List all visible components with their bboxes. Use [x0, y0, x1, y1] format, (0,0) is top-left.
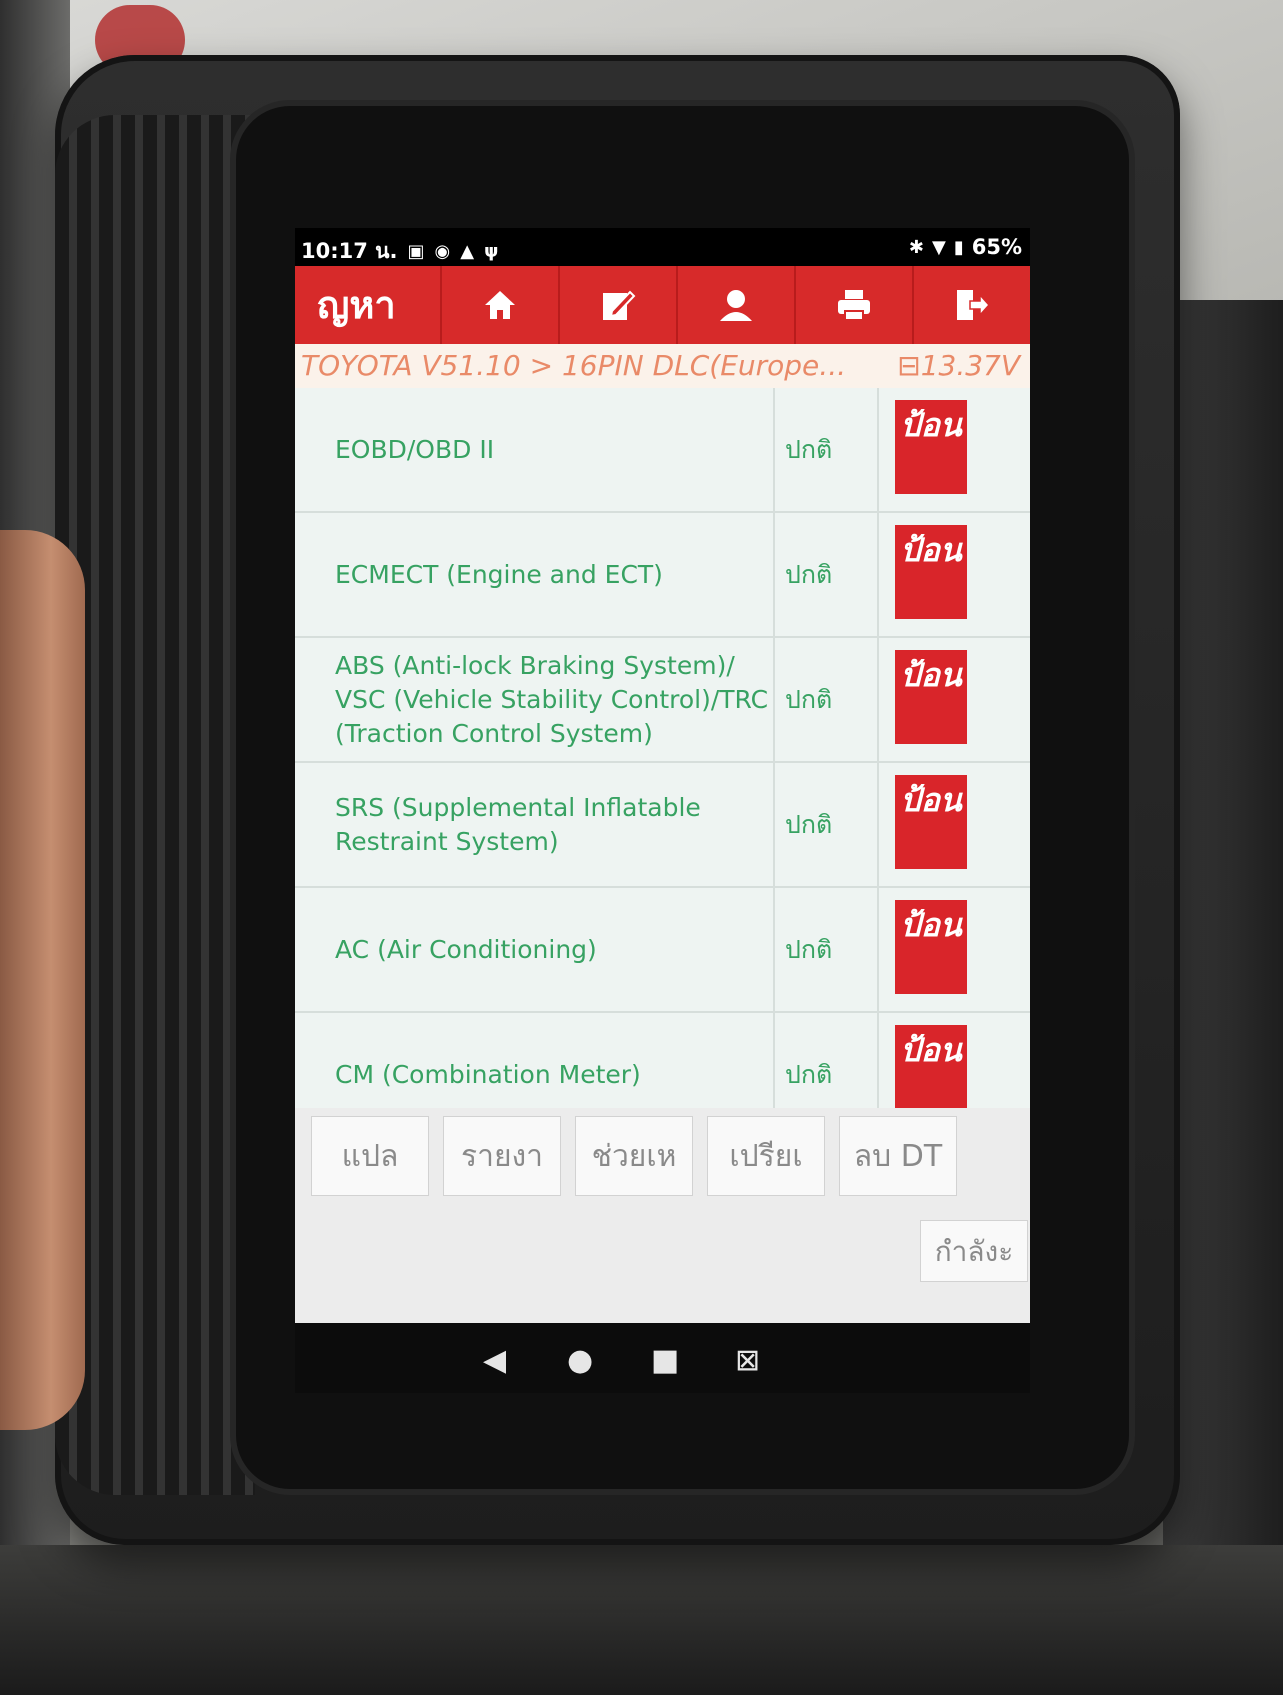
breadcrumb: TOYOTA V51.10 > 16PIN DLC(Europe... ⊟13.… — [295, 344, 1030, 388]
status-bar: 10:17 น. ▣ ◉ ▲ ψ ✱ ▼ ▮ 65% — [295, 228, 1030, 266]
system-list[interactable]: EOBD/OBD II ปกติ ป้อน ECMECT (Engine and… — [295, 388, 1030, 1108]
user-button[interactable] — [676, 266, 794, 344]
battery-icon: ▮ — [953, 236, 964, 258]
help-button[interactable]: ช่วยเห — [575, 1116, 693, 1196]
system-row[interactable]: EOBD/OBD II ปกติ ป้อน — [295, 388, 1030, 513]
print-button[interactable] — [794, 266, 912, 344]
system-name: SRS (Supplemental Inflatable Restraint S… — [335, 792, 701, 856]
breadcrumb-path: TOYOTA V51.10 > 16PIN DLC(Europe... — [301, 349, 846, 382]
system-row[interactable]: SRS (Supplemental Inflatable Restraint S… — [295, 763, 1030, 888]
enter-button[interactable]: ป้อน — [895, 900, 967, 994]
android-nav-bar: ◀ ● ■ ⊠ — [295, 1323, 1030, 1393]
in-progress-button[interactable]: กำลังะ — [920, 1220, 1028, 1282]
back-icon[interactable]: ◀ — [483, 1343, 506, 1378]
bluetooth-icon: ✱ — [908, 236, 924, 258]
edit-report-button[interactable] — [558, 266, 676, 344]
recents-icon[interactable]: ■ — [651, 1343, 679, 1378]
compare-button[interactable]: เปรียเ — [707, 1116, 825, 1196]
system-status: ปกติ — [773, 888, 879, 1011]
enter-button[interactable]: ป้อน — [895, 650, 967, 744]
enter-button[interactable]: ป้อน — [895, 400, 967, 494]
system-status: ปกติ — [773, 513, 879, 636]
voltage-value: 13.37V — [920, 349, 1020, 382]
warning-icon: ▲ — [460, 241, 475, 262]
system-name: CM (Combination Meter) — [335, 1059, 641, 1089]
battery-voltage: ⊟13.37V — [897, 344, 1020, 388]
enter-button[interactable]: ป้อน — [895, 1025, 967, 1108]
wifi-icon: ▼ — [931, 236, 946, 258]
app-title: ญหา — [317, 283, 396, 327]
usb-icon: ψ — [484, 241, 499, 262]
user-icon — [720, 290, 752, 321]
clear-dtc-button[interactable]: ลบ DT — [839, 1116, 957, 1196]
system-status: ปกติ — [773, 388, 879, 511]
exit-button[interactable] — [912, 266, 1030, 344]
system-row[interactable]: CM (Combination Meter) ปกติ ป้อน — [295, 1013, 1030, 1108]
system-status: ปกติ — [773, 1013, 879, 1108]
home-icon — [485, 291, 515, 319]
home-nav-icon[interactable]: ● — [567, 1343, 593, 1378]
action-bar: แปล รายงา ช่วยเห เปรียเ ลบ DT กำลังะ — [295, 1108, 1030, 1323]
enter-button[interactable]: ป้อน — [895, 525, 967, 619]
system-status: ปกติ — [773, 763, 879, 886]
steering-wheel — [1163, 300, 1283, 1695]
car-floor — [0, 1545, 1283, 1695]
hand — [0, 530, 85, 1430]
system-name: ECMECT (Engine and ECT) — [335, 559, 663, 589]
tablet-screen: 10:17 น. ▣ ◉ ▲ ψ ✱ ▼ ▮ 65% ญหา TOYOTA V5… — [295, 228, 1030, 1323]
system-name: AC (Air Conditioning) — [335, 934, 597, 964]
notification-icon: ◉ — [434, 241, 451, 262]
calendar-icon: ▣ — [407, 241, 425, 262]
print-icon — [838, 290, 870, 321]
app-toolbar: ญหา — [295, 266, 1030, 344]
enter-button[interactable]: ป้อน — [895, 775, 967, 869]
report-button[interactable]: รายงา — [443, 1116, 561, 1196]
exit-icon — [957, 290, 990, 320]
translate-button[interactable]: แปล — [311, 1116, 429, 1196]
home-button[interactable] — [440, 266, 558, 344]
system-row[interactable]: AC (Air Conditioning) ปกติ ป้อน — [295, 888, 1030, 1013]
edit-report-icon — [603, 290, 636, 320]
system-row[interactable]: ECMECT (Engine and ECT) ปกติ ป้อน — [295, 513, 1030, 638]
device-grip — [55, 115, 255, 1495]
system-name: ABS (Anti-lock Braking System)/ VSC (Veh… — [335, 650, 769, 748]
status-time: 10:17 น. — [301, 239, 398, 263]
system-row[interactable]: ABS (Anti-lock Braking System)/ VSC (Veh… — [295, 638, 1030, 763]
battery-level: 65% — [971, 235, 1022, 259]
voltage-icon: ⊟ — [897, 349, 921, 382]
screenshot-icon[interactable]: ⊠ — [735, 1343, 760, 1378]
system-status: ปกติ — [773, 638, 879, 761]
system-name: EOBD/OBD II — [335, 434, 495, 464]
